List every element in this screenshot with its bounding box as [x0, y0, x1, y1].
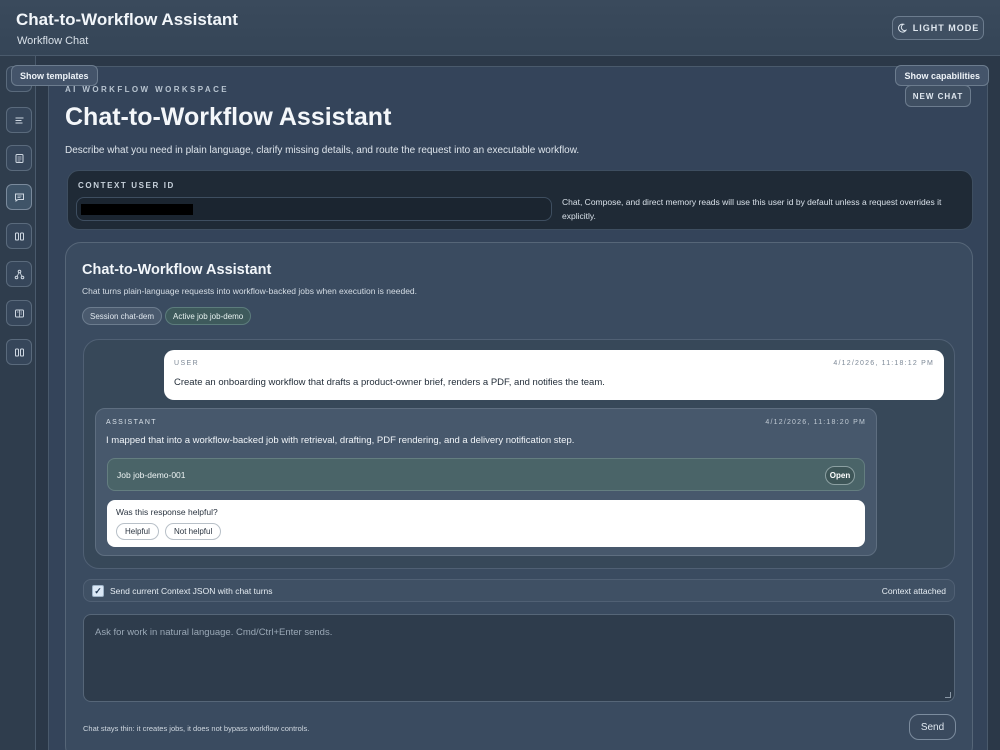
- rail-workflow-button[interactable]: [6, 261, 32, 287]
- app-subtitle: Workflow Chat: [17, 35, 89, 47]
- show-templates-button[interactable]: Show templates: [11, 65, 98, 86]
- message-text: Create an onboarding workflow that draft…: [174, 377, 605, 388]
- workflow-icon: [14, 269, 24, 279]
- not-helpful-button[interactable]: Not helpful: [165, 523, 222, 540]
- moon-icon: [897, 23, 907, 33]
- chat-composer-input[interactable]: Ask for work in natural language. Cmd/Ct…: [83, 614, 955, 702]
- rail-document-button[interactable]: [6, 145, 32, 171]
- message-timestamp: 4/12/2026, 11:18:12 PM: [833, 360, 934, 367]
- feedback-box: Was this response helpful? Helpful Not h…: [107, 500, 865, 547]
- context-user-id-input[interactable]: [76, 197, 552, 221]
- rail-chat-button[interactable]: [6, 184, 32, 210]
- chat-footnote: Chat stays thin: it creates jobs, it doe…: [83, 724, 310, 733]
- context-user-panel: CONTEXT USER ID Chat, Compose, and direc…: [67, 170, 973, 230]
- context-toggle-label[interactable]: Send current Context JSON with chat turn…: [110, 586, 273, 596]
- message-timestamp: 4/12/2026, 11:18:20 PM: [765, 419, 866, 426]
- chat-icon: [14, 193, 24, 202]
- page-description: Describe what you need in plain language…: [65, 145, 580, 156]
- show-capabilities-button[interactable]: Show capabilities: [895, 65, 989, 86]
- assistant-message: ASSISTANT 4/12/2026, 11:18:20 PM I mappe…: [95, 408, 877, 556]
- message-role: ASSISTANT: [106, 419, 157, 426]
- light-mode-label: LIGHT MODE: [912, 23, 980, 33]
- rail-book-button[interactable]: [6, 300, 32, 326]
- composer-placeholder: Ask for work in natural language. Cmd/Ct…: [95, 627, 333, 638]
- chat-card: Chat-to-Workflow Assistant Chat turns pl…: [65, 242, 973, 750]
- message-role: USER: [174, 360, 200, 367]
- helpful-button[interactable]: Helpful: [116, 523, 159, 540]
- rail-menu-button[interactable]: [6, 107, 32, 133]
- chat-thread[interactable]: USER 4/12/2026, 11:18:12 PM Create an on…: [83, 339, 955, 569]
- chat-title: Chat-to-Workflow Assistant: [82, 262, 272, 278]
- workspace-kicker: AI WORKFLOW WORKSPACE: [65, 85, 230, 94]
- columns-icon: [14, 232, 24, 240]
- document-icon: [15, 153, 23, 163]
- session-badge: Session chat-dem: [82, 307, 163, 325]
- app-title: Chat-to-Workflow Assistant: [16, 10, 238, 29]
- app-header: Chat-to-Workflow Assistant Workflow Chat…: [0, 0, 1000, 56]
- workspace-panel: AI WORKFLOW WORKSPACE Chat-to-Workflow A…: [48, 66, 988, 750]
- redacted-user-id: [81, 204, 193, 215]
- columns-icon: [14, 348, 24, 356]
- light-mode-button[interactable]: LIGHT MODE: [892, 16, 984, 40]
- menu-icon: [15, 117, 23, 123]
- left-rail: [0, 56, 36, 750]
- send-button[interactable]: Send: [909, 714, 956, 740]
- book-icon: [14, 309, 24, 317]
- job-card: Job job-demo-001 Open: [107, 458, 865, 491]
- context-attached-status: Context attached: [881, 586, 946, 596]
- rail-columns-button-2[interactable]: [6, 339, 32, 365]
- resize-handle-icon[interactable]: [945, 692, 951, 698]
- chat-subtitle: Chat turns plain-language requests into …: [82, 286, 418, 296]
- context-user-id-label: CONTEXT USER ID: [78, 181, 175, 190]
- context-user-id-note: Chat, Compose, and direct memory reads w…: [562, 197, 942, 221]
- context-toggle-row: ✓ Send current Context JSON with chat tu…: [83, 579, 955, 602]
- user-message: USER 4/12/2026, 11:18:12 PM Create an on…: [164, 350, 944, 400]
- open-job-button[interactable]: Open: [825, 466, 855, 485]
- message-text: I mapped that into a workflow-backed job…: [106, 435, 575, 446]
- page-title: Chat-to-Workflow Assistant: [65, 103, 392, 131]
- new-chat-button[interactable]: NEW CHAT: [905, 85, 971, 107]
- feedback-question: Was this response helpful?: [116, 507, 218, 517]
- active-job-badge[interactable]: Active job job-demo: [165, 307, 252, 325]
- rail-columns-button[interactable]: [6, 223, 32, 249]
- context-json-checkbox[interactable]: ✓: [92, 585, 104, 597]
- job-label: Job job-demo-001: [117, 470, 186, 480]
